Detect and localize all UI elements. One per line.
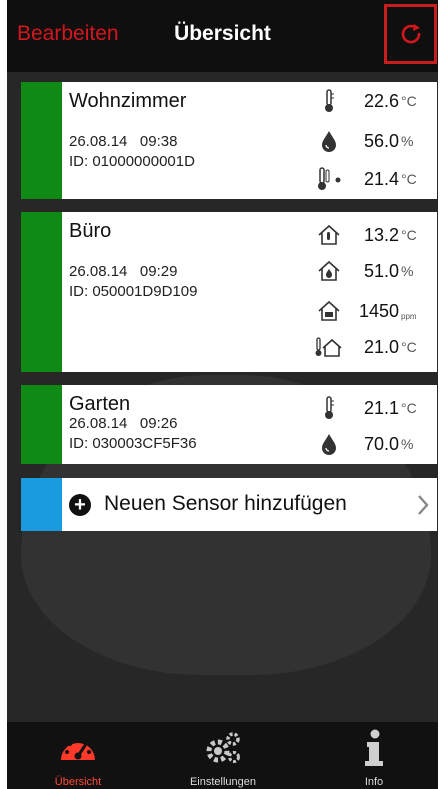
reading-indoor-humidity: 51.0%	[315, 258, 427, 284]
info-icon	[365, 729, 383, 766]
tab-einstellungen[interactable]: Einstellungen	[168, 728, 278, 788]
house-temperature-icon	[315, 222, 343, 248]
house-co2-icon	[315, 298, 343, 324]
humidity-drop-icon	[315, 431, 343, 457]
sensor-id: ID: 050001D9D109	[69, 283, 198, 300]
reading-co2: 1450 ppm	[315, 298, 427, 324]
sensor-name: Garten	[69, 393, 131, 415]
dewpoint-thermometer-icon	[315, 166, 343, 192]
status-bar	[21, 212, 62, 372]
tab-label: Einstellungen	[189, 776, 257, 788]
sensor-timestamp: 26.08.14 09:38	[69, 133, 178, 150]
thermometer-icon	[315, 395, 343, 421]
gears-icon	[206, 732, 240, 763]
tab-uebersicht[interactable]: Übersicht	[23, 728, 133, 788]
sensor-timestamp: 26.08.14 09:29	[69, 263, 178, 280]
status-bar	[21, 385, 62, 464]
thermometer-icon	[315, 88, 343, 114]
add-sensor-label: Neuen Sensor hinzufügen	[104, 492, 347, 515]
reading-humidity: 70.0%	[315, 431, 427, 457]
add-sensor-accent	[21, 478, 62, 531]
refresh-icon	[401, 24, 420, 44]
refresh-button[interactable]	[384, 4, 437, 64]
tab-info[interactable]: Info	[319, 728, 429, 788]
outside-temperature-icon	[315, 334, 343, 360]
sensor-timestamp: 26.08.14 09:26	[69, 415, 178, 432]
house-humidity-icon	[315, 258, 343, 284]
reading-temperature: 21.1 °C	[315, 395, 427, 421]
sensor-card-buero[interactable]: Büro 26.08.14 09:29 ID: 050001D9D109 13.…	[21, 212, 437, 372]
app-screen: Bearbeiten Übersicht Wohnzimmer 26.08.14…	[7, 0, 438, 789]
add-sensor-button[interactable]: + Neuen Sensor hinzufügen	[21, 478, 437, 531]
sensor-name: Büro	[69, 220, 112, 242]
page-title: Übersicht	[174, 22, 271, 45]
reading-outdoor-temperature: 21.0 °C	[315, 334, 427, 360]
speedometer-icon	[61, 738, 95, 760]
tab-bar: Übersicht Einstellungen Info	[7, 722, 438, 789]
reading-dewpoint: 21.4 °C	[315, 166, 427, 192]
navigation-bar: Bearbeiten Übersicht	[7, 0, 438, 72]
sensor-id: ID: 01000000001D	[69, 153, 195, 170]
sensor-id: ID: 030003CF5F36	[69, 435, 197, 452]
tab-label: Übersicht	[54, 776, 102, 788]
reading-humidity: 56.0%	[315, 128, 427, 154]
reading-indoor-temperature: 13.2 °C	[315, 222, 427, 248]
plus-circle-icon: +	[69, 494, 91, 516]
sensor-card-wohnzimmer[interactable]: Wohnzimmer 26.08.14 09:38 ID: 0100000000…	[21, 82, 437, 199]
humidity-drop-icon	[315, 128, 343, 154]
reading-temperature: 22.6 °C	[315, 88, 427, 114]
tab-label: Info	[364, 776, 384, 788]
sensor-name: Wohnzimmer	[69, 90, 187, 112]
status-bar	[21, 82, 62, 199]
sensor-card-garten[interactable]: Garten 26.08.14 09:26 ID: 030003CF5F36 2…	[21, 385, 437, 464]
chevron-right-icon	[418, 495, 429, 515]
